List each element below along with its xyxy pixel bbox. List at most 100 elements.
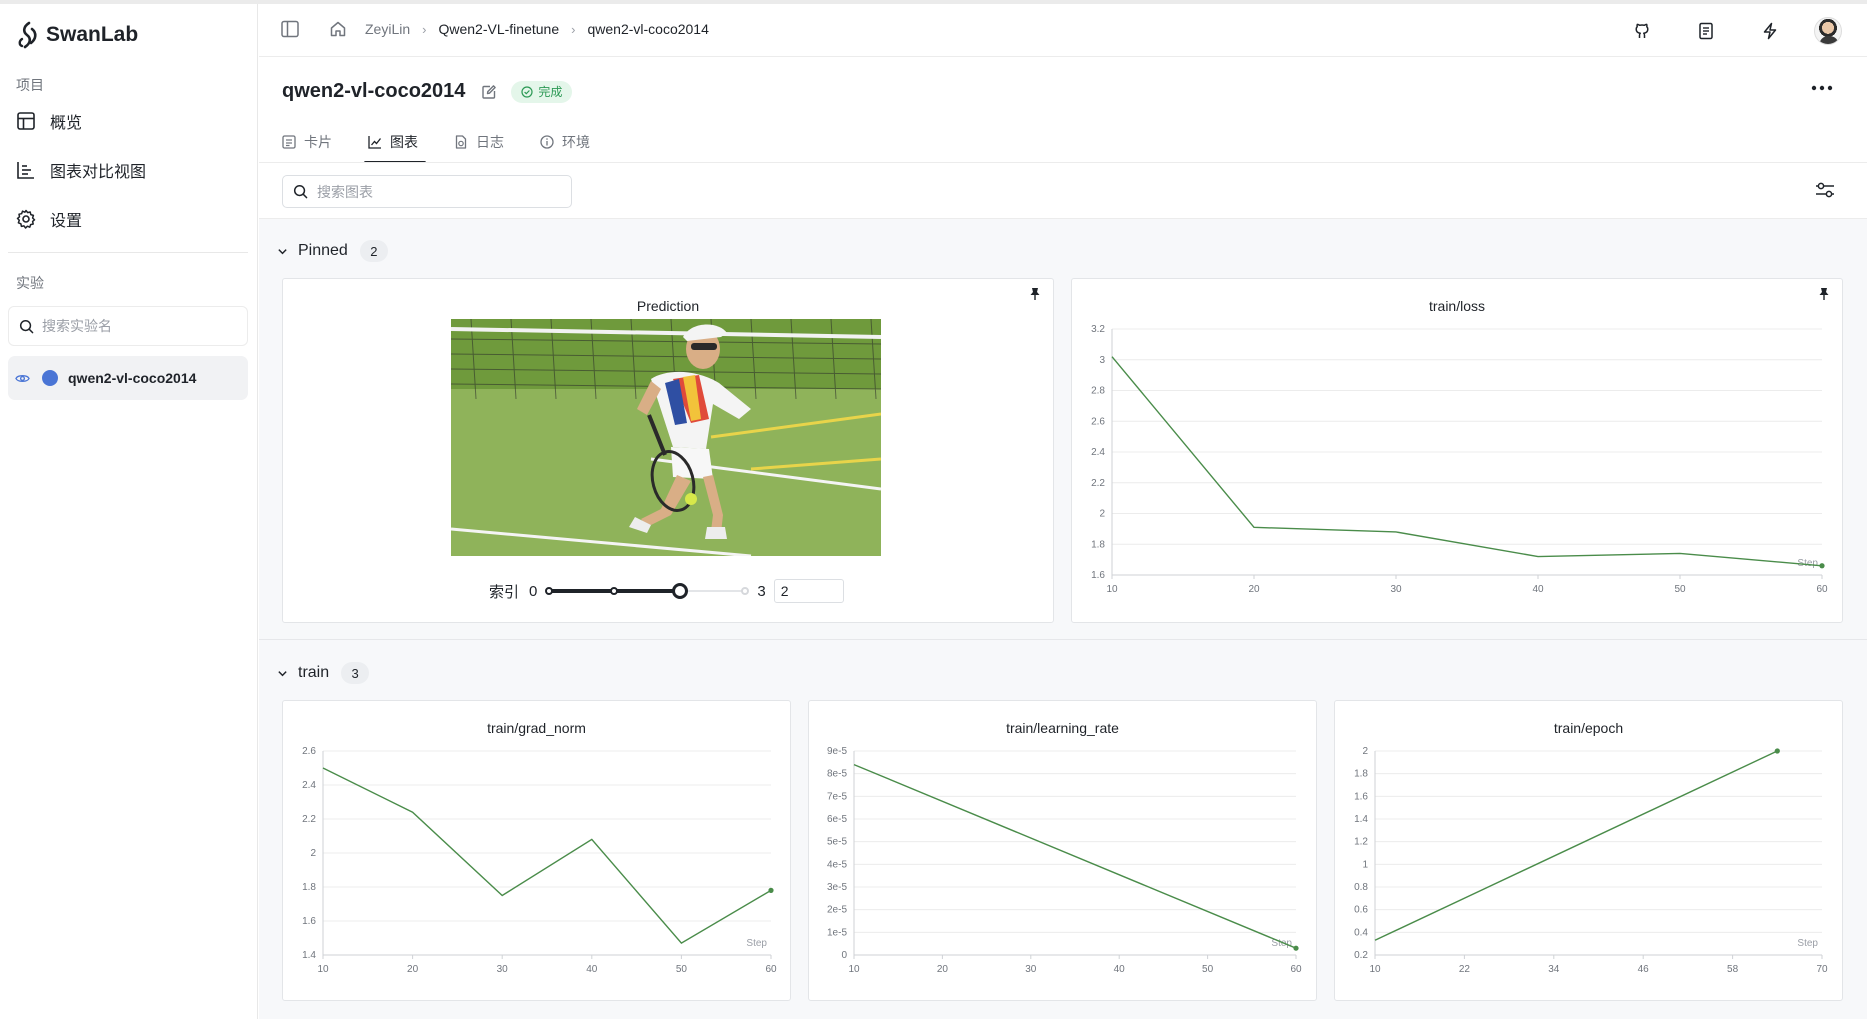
experiment-name: qwen2-vl-coco2014 — [68, 370, 197, 386]
chart-search-input[interactable] — [317, 183, 557, 200]
chart-card-train-loss: train/loss 1.6 1.8 2 2.2 2.4 2.6 2.8 3 3.2 10 20 30… — [1071, 278, 1843, 623]
y-tick-label: 1 — [1362, 859, 1368, 870]
more-options-icon[interactable] — [1811, 84, 1833, 92]
y-tick-label: 1.4 — [302, 950, 316, 961]
slider-step-dot[interactable] — [545, 587, 554, 595]
chart-card-prediction: Prediction 索引 0 3 2 — [282, 278, 1054, 623]
x-tick-label: 10 — [1369, 964, 1381, 975]
y-tick-label: 1.2 — [1354, 837, 1368, 848]
user-avatar[interactable] — [1814, 17, 1842, 45]
top-header: ZeyiLin › Qwen2-VL-finetune › qwen2-vl-c… — [259, 4, 1867, 57]
line-chart[interactable]: 1.4 1.6 1.8 2 2.2 2.4 2.6 10 20 30 40 50 60 Step — [283, 701, 792, 1002]
series-end-point — [768, 887, 774, 893]
y-tick-label: 1.6 — [302, 916, 316, 927]
chevron-right-icon: › — [571, 21, 576, 37]
y-tick-label: 2.2 — [302, 814, 316, 825]
bar-chart-icon — [17, 162, 34, 179]
tennis-photo — [451, 319, 881, 556]
line-chart[interactable]: 0.2 0.4 0.6 0.8 1 1.2 1.4 1.6 1.8 2 10 22 34 46 58 70 St… — [1335, 701, 1844, 1002]
y-tick-label: 3e-5 — [827, 882, 847, 893]
x-tick-label: 50 — [1674, 584, 1686, 595]
series-line — [1111, 356, 1823, 567]
x-tick-label: 20 — [407, 964, 419, 975]
y-tick-label: 9e-5 — [827, 746, 847, 757]
tab-environment[interactable]: 环境 — [540, 122, 590, 162]
x-tick-label: 34 — [1548, 964, 1560, 975]
group-name: Pinned — [298, 242, 348, 259]
experiment-search[interactable] — [8, 306, 248, 346]
index-max: 3 — [757, 582, 766, 600]
index-label: 索引 — [489, 583, 520, 601]
log-icon — [455, 135, 467, 149]
index-input[interactable] — [773, 579, 844, 603]
charts-content: Pinned 2 Prediction 索引 0 3 2 train/loss … — [259, 219, 1867, 1019]
x-axis-label: Step — [746, 938, 767, 949]
group-header-train[interactable]: train 3 — [277, 662, 370, 684]
experiment-search-input[interactable] — [42, 318, 232, 334]
y-tick-label: 2.2 — [1091, 478, 1105, 489]
tab-cards[interactable]: 卡片 — [282, 122, 332, 162]
x-tick-label: 60 — [765, 964, 777, 975]
x-tick-label: 20 — [937, 964, 949, 975]
sidebar-toggle-icon[interactable] — [281, 20, 299, 38]
status-badge: 完成 — [511, 80, 573, 103]
line-chart[interactable]: 0 1e-5 2e-5 3e-5 4e-5 5e-5 6e-5 7e-5 8e-5 9e-5 10 2… — [809, 701, 1318, 1002]
pin-icon[interactable] — [1029, 287, 1041, 301]
group-name: train — [298, 664, 330, 681]
chart-title: Prediction — [636, 298, 700, 314]
y-tick-label: 0.6 — [1354, 905, 1368, 916]
y-tick-label: 5e-5 — [827, 837, 847, 848]
sidebar-item-settings[interactable]: 设置 — [8, 198, 248, 240]
check-circle-icon — [521, 85, 534, 98]
app-logo[interactable]: SwanLab — [16, 20, 138, 50]
y-tick-label: 1.6 — [1354, 791, 1368, 802]
index-slider[interactable] — [545, 583, 750, 599]
sidebar-item-overview[interactable]: 概览 — [8, 100, 248, 142]
series-line — [1374, 750, 1778, 941]
y-tick-label: 3 — [1099, 355, 1105, 366]
experiment-item[interactable]: qwen2-vl-coco2014 — [8, 356, 248, 400]
eye-icon[interactable] — [15, 371, 30, 386]
slider-handle[interactable] — [672, 583, 689, 599]
chevron-down-icon — [278, 670, 287, 676]
breadcrumb-run[interactable]: qwen2-vl-coco2014 — [587, 21, 708, 37]
sidebar-item-chart-compare[interactable]: 图表对比视图 — [8, 149, 248, 191]
sidebar: SwanLab 项目 概览 图表对比视图 设置 实验 qwen2-vl-coco… — [0, 4, 258, 1019]
slider-step-dot[interactable] — [610, 587, 619, 595]
y-tick-label: 7e-5 — [827, 791, 847, 802]
y-tick-label: 8e-5 — [827, 769, 847, 780]
status-text: 完成 — [538, 85, 563, 99]
y-tick-label: 4e-5 — [827, 859, 847, 870]
edit-icon[interactable] — [481, 84, 497, 100]
chart-search[interactable] — [282, 175, 572, 208]
y-tick-label: 3.2 — [1091, 324, 1105, 335]
docs-button[interactable] — [1694, 19, 1718, 43]
line-chart[interactable]: 1.61.822.22.42.62.833.210 20 30 40 50 60Step — [1072, 279, 1844, 624]
series-line — [322, 767, 772, 944]
experiment-color-dot[interactable] — [42, 370, 58, 386]
sidebar-divider — [8, 252, 248, 253]
github-button[interactable] — [1630, 19, 1654, 43]
x-tick-label: 70 — [1816, 964, 1828, 975]
tab-charts[interactable]: 图表 — [364, 122, 426, 164]
run-tabs: 卡片 图表 日志 环境 — [282, 122, 626, 164]
tab-logs[interactable]: 日志 — [454, 122, 504, 162]
changelog-button[interactable] — [1758, 19, 1782, 43]
y-tick-label: 1.6 — [1091, 570, 1105, 581]
breadcrumb-project[interactable]: Qwen2-VL-finetune — [438, 21, 559, 37]
y-tick-label: 0.4 — [1354, 927, 1368, 938]
y-tick-label: 6e-5 — [827, 814, 847, 825]
breadcrumb-user[interactable]: ZeyiLin — [365, 21, 410, 37]
slider-step-dot[interactable] — [741, 587, 750, 595]
y-tick-label: 2.4 — [302, 780, 316, 791]
series-end-point — [1293, 945, 1299, 951]
app-name: SwanLab — [46, 23, 139, 46]
y-tick-label: 2.6 — [302, 746, 316, 757]
group-header-pinned[interactable]: Pinned 2 — [277, 240, 388, 262]
home-icon[interactable] — [329, 20, 347, 38]
chart-settings-icon[interactable] — [1815, 181, 1835, 199]
x-tick-label: 40 — [586, 964, 598, 975]
x-tick-label: 10 — [317, 964, 329, 975]
y-tick-label: 2 — [1362, 746, 1368, 757]
tab-label: 卡片 — [304, 134, 332, 150]
